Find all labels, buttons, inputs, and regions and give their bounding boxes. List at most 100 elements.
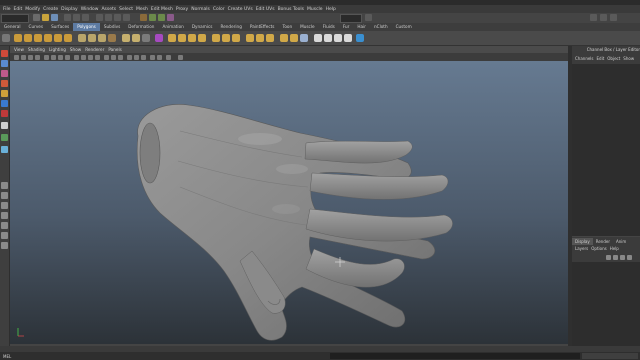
select-component-icon[interactable] [82,14,89,21]
grid-toggle-icon[interactable] [44,55,49,60]
layout-single-icon[interactable] [1,182,8,189]
menu-edit-mesh[interactable]: Edit Mesh [151,7,173,12]
reduce-icon[interactable] [142,34,150,42]
shelf-tab-curves[interactable]: Curves [25,23,48,31]
rotate-tool-icon[interactable] [1,90,8,97]
duplicate-face-icon[interactable] [300,34,308,42]
checker-a-icon[interactable] [314,34,322,42]
channel-box-list[interactable] [572,64,640,236]
fill-hole-icon[interactable] [198,34,206,42]
menu-help[interactable]: Help [326,7,336,12]
channel-box-menu-channels[interactable]: Channels [575,55,594,62]
snap-curve-icon[interactable] [105,14,112,21]
wedge-icon[interactable] [280,34,288,42]
ipr-render-icon[interactable] [158,14,165,21]
ambient-occlusion-icon[interactable] [141,55,146,60]
manipulator-tool-icon[interactable] [1,110,8,117]
channel-box-menu-edit[interactable]: Edit [597,55,605,62]
layer-menu-help[interactable]: Help [610,246,619,252]
select-tool-icon[interactable] [1,50,8,57]
wireframe-on-shaded-icon[interactable] [88,55,93,60]
shelf-tab-general[interactable]: General [0,23,25,31]
layer-menu-options[interactable]: Options [591,246,606,252]
camera-select-icon[interactable] [14,55,19,60]
xray-joints-icon[interactable] [134,55,139,60]
menu-create-uvs[interactable]: Create UVs [228,7,253,12]
mirror-icon[interactable] [122,34,130,42]
shelf-tab-muscle[interactable]: Muscle [296,23,319,31]
separate-icon[interactable] [88,34,96,42]
mode-selector[interactable]: Polygons [1,14,29,31]
layout-hypershade-icon[interactable] [1,232,8,239]
shelf-tab-fluids[interactable]: Fluids [319,23,339,31]
layer-tab-render[interactable]: Render [593,238,613,245]
isolate-select-icon[interactable] [127,55,132,60]
film-gate-icon[interactable] [51,55,56,60]
command-input-field[interactable] [330,353,580,359]
menu-color[interactable]: Color [213,7,225,12]
layout-outliner-icon[interactable] [1,242,8,249]
new-scene-icon[interactable] [33,14,40,21]
poly-cube-icon[interactable] [24,34,32,42]
wireframe-icon[interactable] [74,55,79,60]
shelf-tab-polygons[interactable]: Polygons [73,23,100,31]
show-channel-box-icon[interactable] [590,14,597,21]
shelf-tab-subdivs[interactable]: Subdivs [100,23,124,31]
shelf-tab-painteffects[interactable]: PaintEffects [246,23,279,31]
menu-create[interactable]: Create [43,7,58,12]
menu-window[interactable]: Window [81,7,99,12]
new-layer-selected-icon[interactable] [627,255,632,260]
snap-point-icon[interactable] [114,14,121,21]
anti-aliasing-icon[interactable] [150,55,155,60]
collapse-icon[interactable] [266,34,274,42]
menu-muscle[interactable]: Muscle [307,7,323,12]
menu-assets[interactable]: Assets [101,7,116,12]
sculpt-tool-icon[interactable] [155,34,163,42]
shelf-tab-ncloth[interactable]: nCloth [370,23,392,31]
combine-icon[interactable] [78,34,86,42]
lasso-tool-icon[interactable] [1,60,8,67]
booleans-icon[interactable] [132,34,140,42]
textured-icon[interactable] [104,55,109,60]
shelf-tab-surfaces[interactable]: Surfaces [47,23,73,31]
hand-mesh[interactable] [136,104,453,341]
poly-torus-icon[interactable] [64,34,72,42]
bridge-icon[interactable] [178,34,186,42]
last-tool-icon[interactable] [1,122,8,129]
viewport-menu-renderer[interactable]: Renderer [85,47,104,52]
extract-icon[interactable] [98,34,106,42]
checker-b-icon[interactable] [324,34,332,42]
layer-menu-layers[interactable]: Layers [575,246,588,252]
snap-plane-icon[interactable] [123,14,130,21]
viewport-menu-show[interactable]: Show [70,47,81,52]
new-empty-layer-icon[interactable] [620,255,625,260]
split-polygon-icon[interactable] [212,34,220,42]
menu-display[interactable]: Display [61,7,78,12]
poly-sphere-icon[interactable] [14,34,22,42]
append-polygon-icon[interactable] [188,34,196,42]
channel-box-menu-show[interactable]: Show [623,55,634,62]
layout-four-icon[interactable] [1,192,8,199]
viewport-menu-lighting[interactable]: Lighting [49,47,66,52]
checker-c-icon[interactable] [334,34,342,42]
show-tool-settings-icon[interactable] [610,14,617,21]
shelf-tab-toon[interactable]: Toon [278,23,296,31]
smooth-shade-icon[interactable] [81,55,86,60]
menu-modify[interactable]: Modify [25,7,40,12]
shelf-tab-custom[interactable]: Custom [392,23,416,31]
menu-select[interactable]: Select [119,7,133,12]
scale-tool-icon[interactable] [1,100,8,107]
shelf-tab-deformation[interactable]: Deformation [124,23,158,31]
menu-mesh[interactable]: Mesh [136,7,148,12]
layer-tab-anim[interactable]: Anim [613,238,629,245]
move-tool-icon[interactable] [1,80,8,87]
render-settings-icon[interactable] [167,14,174,21]
poly-plane-icon[interactable] [54,34,62,42]
select-hierarchy-icon[interactable] [64,14,71,21]
move-layer-up-icon[interactable] [606,255,611,260]
bookmarks-icon[interactable] [28,55,33,60]
snap-grid-icon[interactable] [96,14,103,21]
move-layer-down-icon[interactable] [613,255,618,260]
insert-edge-loop-icon[interactable] [222,34,230,42]
render-current-icon[interactable] [149,14,156,21]
